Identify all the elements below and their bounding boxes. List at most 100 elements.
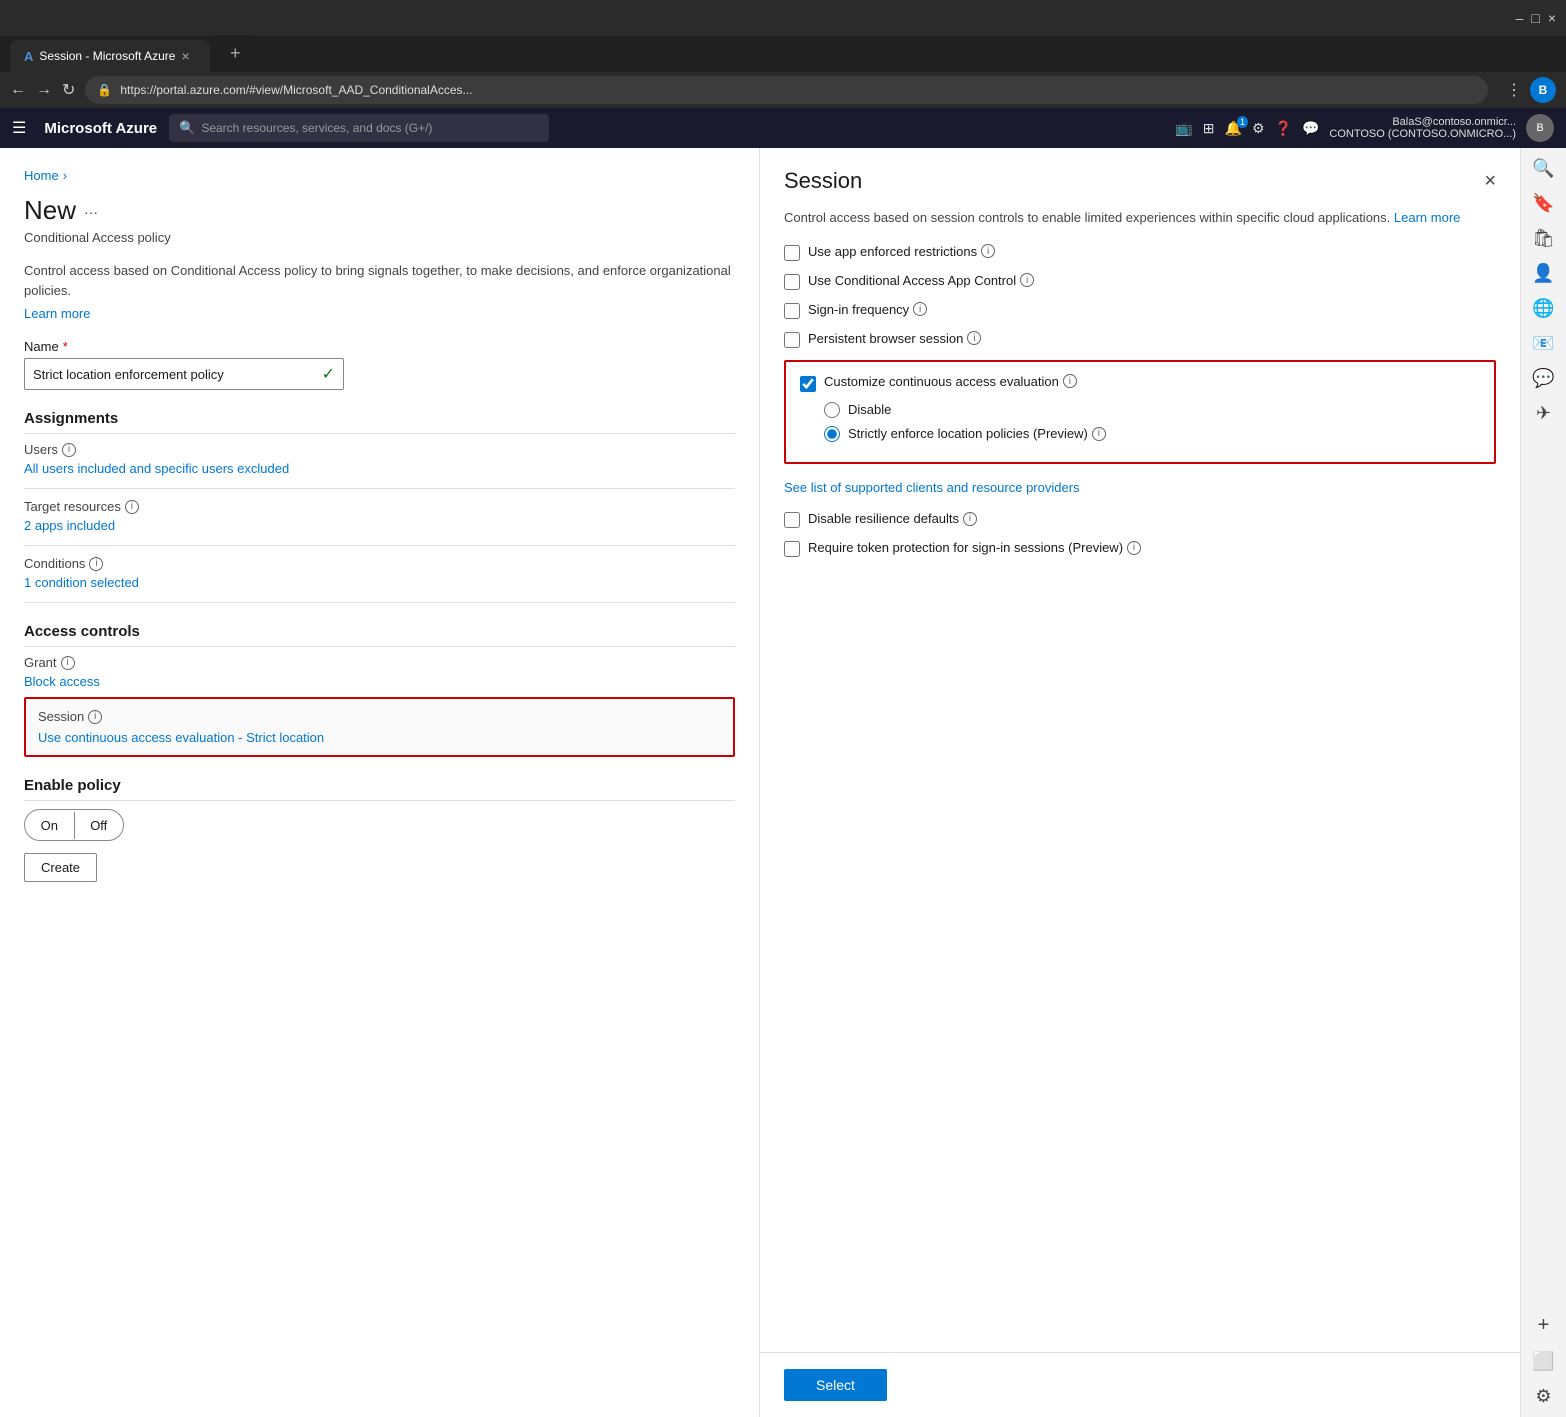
sidebar-settings-icon[interactable]: ⚙ — [1535, 1386, 1551, 1407]
name-value: Strict location enforcement policy — [33, 367, 224, 382]
sidebar-globe-icon[interactable]: 🌐 — [1532, 298, 1554, 319]
global-search[interactable]: 🔍 Search resources, services, and docs (… — [169, 114, 549, 142]
divider-1 — [24, 488, 735, 489]
session-learn-more-link[interactable]: Learn more — [1394, 210, 1460, 225]
target-resources-value[interactable]: 2 apps included — [24, 518, 115, 533]
disable-resilience-label: Disable resilience defaults i — [808, 511, 977, 526]
cae-section: Customize continuous access evaluation i… — [784, 360, 1496, 464]
back-button[interactable]: ← — [10, 81, 26, 99]
use-ca-app-control-checkbox[interactable] — [784, 274, 800, 290]
search-placeholder: Search resources, services, and docs (G+… — [201, 121, 432, 135]
window-close-btn[interactable]: × — [1548, 10, 1556, 26]
grant-info-icon[interactable]: i — [61, 656, 75, 670]
use-ca-app-control-label: Use Conditional Access App Control i — [808, 273, 1034, 288]
learn-more-link[interactable]: Learn more — [24, 306, 90, 321]
sidebar-search-icon[interactable]: 🔍 — [1532, 158, 1554, 179]
app-enforced-info-icon[interactable]: i — [981, 244, 995, 258]
select-button[interactable]: Select — [784, 1369, 887, 1401]
sidebar-bookmark-icon[interactable]: 🔖 — [1532, 193, 1554, 214]
session-box: Session i Use continuous access evaluati… — [24, 697, 735, 757]
users-value[interactable]: All users included and specific users ex… — [24, 461, 289, 476]
breadcrumb-home[interactable]: Home — [24, 168, 59, 183]
browser-action-1[interactable]: ⋮ — [1506, 80, 1522, 100]
cae-checkbox[interactable] — [800, 376, 816, 392]
grant-label: Grant i — [24, 655, 735, 670]
sign-in-frequency-info-icon[interactable]: i — [913, 302, 927, 316]
panel-footer: Select — [760, 1352, 1520, 1417]
user-avatar[interactable]: B — [1526, 114, 1554, 142]
hamburger-menu-icon[interactable]: ☰ — [12, 118, 26, 138]
sidebar-mail-icon[interactable]: ✈ — [1536, 403, 1551, 424]
sidebar-outlook-icon[interactable]: 📧 — [1532, 333, 1554, 354]
name-checkmark-icon: ✓ — [322, 364, 335, 384]
help-icon[interactable]: ❓ — [1275, 120, 1292, 137]
enable-policy-toggle[interactable]: On Off — [24, 809, 124, 841]
enable-policy-section: Enable policy On Off Create — [24, 777, 735, 882]
bing-button[interactable]: B — [1530, 77, 1556, 103]
settings-icon[interactable]: ⚙ — [1252, 120, 1265, 137]
cae-info-icon[interactable]: i — [1063, 374, 1077, 388]
grant-value[interactable]: Block access — [24, 674, 100, 689]
toggle-off-option[interactable]: Off — [75, 812, 124, 839]
cae-label: Customize continuous access evaluation i — [824, 374, 1077, 389]
require-token-info-icon[interactable]: i — [1127, 541, 1141, 555]
window-minimize-btn[interactable]: – — [1516, 10, 1524, 26]
cae-strict-location-radio[interactable] — [824, 426, 840, 442]
sign-in-frequency-checkbox[interactable] — [784, 303, 800, 319]
name-input[interactable]: Strict location enforcement policy ✓ — [24, 358, 344, 390]
conditions-info-icon[interactable]: i — [89, 557, 103, 571]
azure-logo: Microsoft Azure — [44, 120, 157, 137]
session-info-icon[interactable]: i — [88, 710, 102, 724]
target-resources-info-icon[interactable]: i — [125, 500, 139, 514]
disable-resilience-row: Disable resilience defaults i — [784, 511, 1496, 528]
panel-close-button[interactable]: × — [1484, 170, 1496, 193]
search-icon: 🔍 — [179, 120, 195, 136]
notifications-icon[interactable]: 🔔1 — [1225, 120, 1242, 137]
tab-favicon: A — [24, 49, 33, 64]
disable-resilience-info-icon[interactable]: i — [963, 512, 977, 526]
toggle-on-option[interactable]: On — [25, 812, 75, 839]
url-lock-icon: 🔒 — [97, 83, 112, 97]
panel-description: Control access based on session controls… — [784, 208, 1496, 228]
require-token-checkbox[interactable] — [784, 541, 800, 557]
sidebar-add-icon[interactable]: + — [1538, 1314, 1550, 1337]
right-sidebar: 🔍 🔖 🛍 👤 🌐 📧 💬 ✈ + ⬜ ⚙ — [1520, 148, 1566, 1417]
use-app-enforced-checkbox[interactable] — [784, 245, 800, 261]
create-button[interactable]: Create — [24, 853, 97, 882]
disable-resilience-checkbox[interactable] — [784, 512, 800, 528]
forward-button[interactable]: → — [36, 81, 52, 99]
tab-close-icon[interactable]: × — [181, 48, 189, 64]
cae-disable-radio[interactable] — [824, 402, 840, 418]
session-value[interactable]: Use continuous access evaluation - Stric… — [38, 730, 324, 745]
page-title: New — [24, 195, 76, 226]
page-description: Control access based on Conditional Acce… — [24, 261, 735, 300]
add-tab-icon[interactable]: + — [230, 43, 241, 64]
feedback-icon[interactable]: 💬 — [1302, 120, 1319, 137]
new-tab[interactable]: + — [210, 35, 255, 72]
persistent-browser-checkbox[interactable] — [784, 332, 800, 348]
persistent-browser-info-icon[interactable]: i — [967, 331, 981, 345]
refresh-button[interactable]: ↻ — [62, 80, 75, 100]
ca-app-control-info-icon[interactable]: i — [1020, 273, 1034, 287]
window-maximize-btn[interactable]: □ — [1531, 10, 1539, 26]
left-panel: Home › New ··· Conditional Access policy… — [0, 148, 760, 1417]
required-indicator: * — [63, 339, 68, 354]
divider-3 — [24, 602, 735, 603]
portal-menu-icon[interactable]: ⊞ — [1203, 120, 1215, 137]
require-token-label: Require token protection for sign-in ses… — [808, 540, 1141, 555]
active-tab[interactable]: A Session - Microsoft Azure × — [10, 40, 210, 72]
url-text: https://portal.azure.com/#view/Microsoft… — [120, 83, 472, 97]
url-bar[interactable]: 🔒 https://portal.azure.com/#view/Microso… — [85, 76, 1488, 104]
session-panel: Session × Control access based on sessio… — [760, 148, 1520, 1417]
sidebar-teams-icon[interactable]: 💬 — [1532, 368, 1554, 389]
cae-strict-info-icon[interactable]: i — [1092, 427, 1106, 441]
require-token-row: Require token protection for sign-in ses… — [784, 540, 1496, 557]
sidebar-bag-icon[interactable]: 🛍 — [1532, 228, 1555, 249]
see-list-link[interactable]: See list of supported clients and resour… — [784, 478, 1496, 498]
users-info-icon[interactable]: i — [62, 443, 76, 457]
sidebar-people-icon[interactable]: 👤 — [1532, 263, 1554, 284]
cloud-shell-icon[interactable]: 📺 — [1175, 120, 1192, 137]
conditions-value[interactable]: 1 condition selected — [24, 575, 139, 590]
more-options-icon[interactable]: ··· — [84, 204, 98, 220]
sidebar-layout-icon[interactable]: ⬜ — [1532, 1351, 1554, 1372]
